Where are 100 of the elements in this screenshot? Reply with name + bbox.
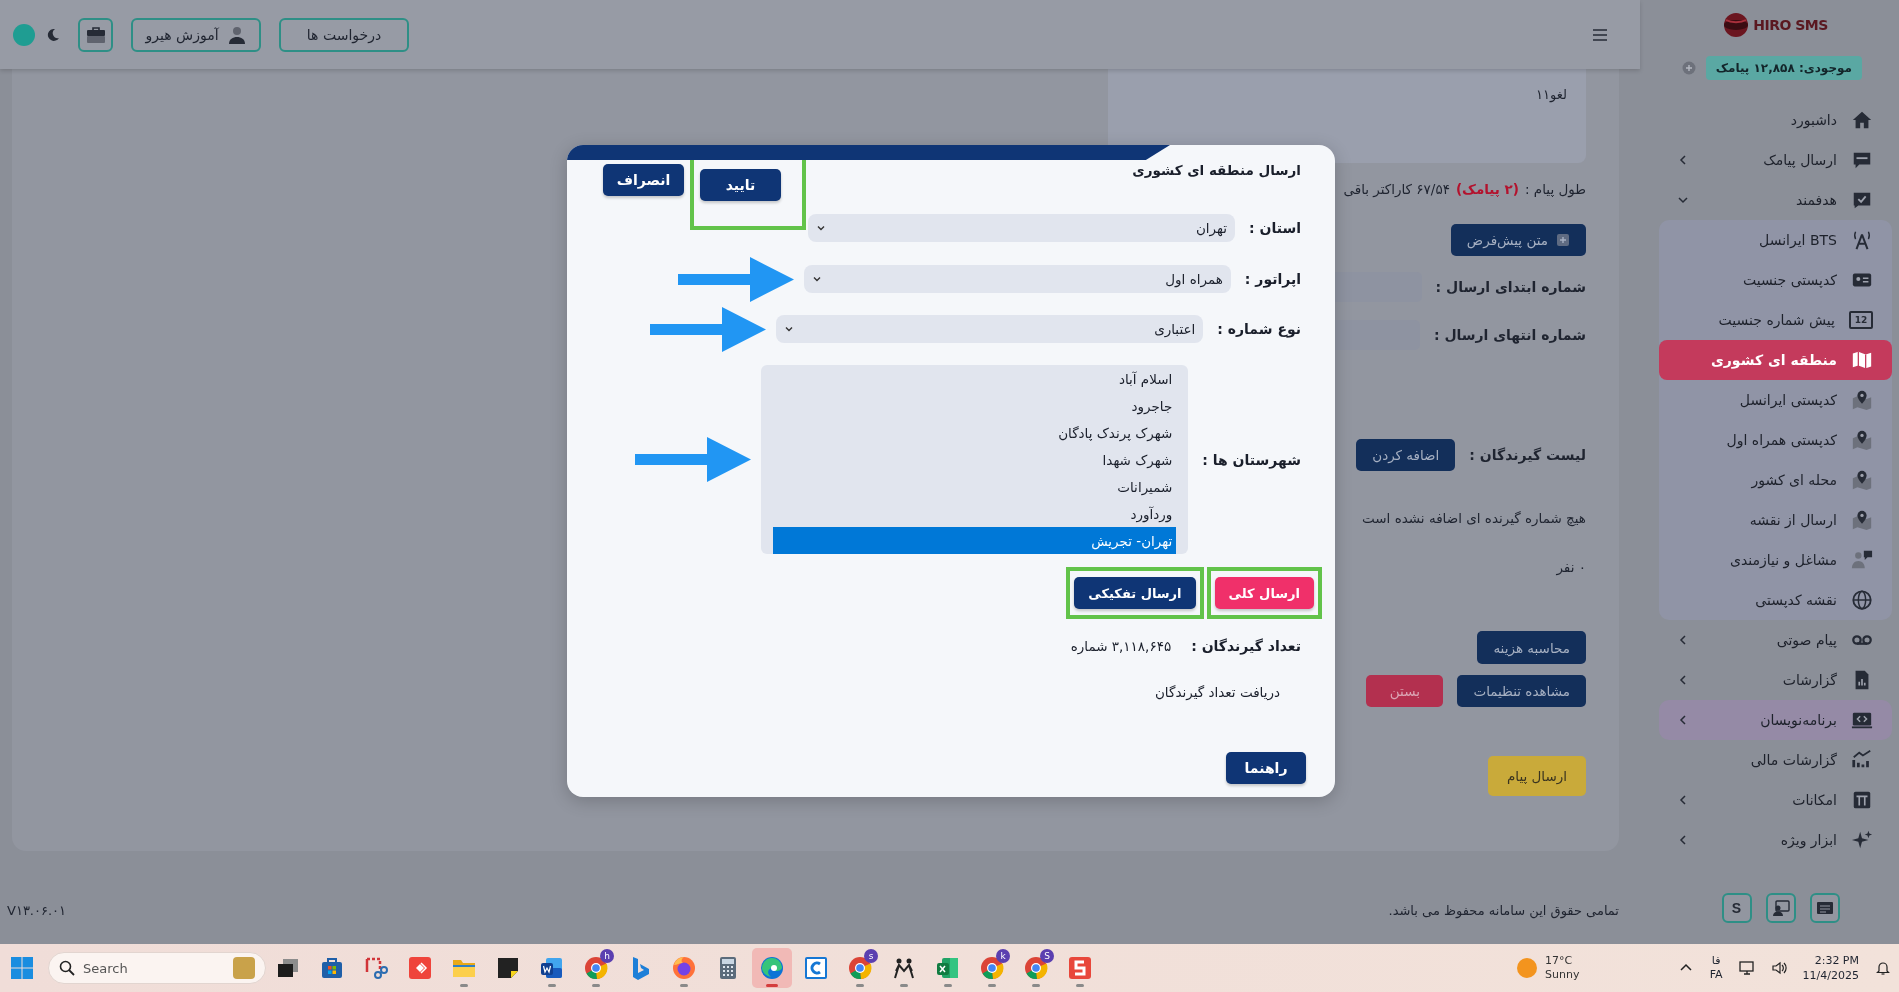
menu-item[interactable]: ابزار ویژه [1659, 820, 1892, 860]
language-script[interactable]: فا [1711, 954, 1721, 968]
list-option[interactable]: اسلام آباد [773, 365, 1177, 392]
submenu-item[interactable]: نقشه کدپستی [1659, 580, 1892, 620]
empty-message: هیچ شماره گیرنده ای اضافه نشده است [1362, 509, 1586, 529]
dropdown[interactable]: اعتباری [776, 315, 1204, 343]
start-number-label: شماره ابتدای ارسال : [1435, 279, 1586, 295]
document-app-icon [540, 956, 564, 980]
menu-item[interactable]: امکانات [1659, 780, 1892, 820]
monitor-icon[interactable] [1738, 960, 1755, 976]
training-button[interactable]: آموزش هیرو [131, 17, 261, 52]
dialog-title: ارسال منطقه ای کشوری [1132, 162, 1301, 178]
cancel-button[interactable]: انصراف [603, 164, 684, 196]
user-icon [226, 24, 247, 45]
s-button[interactable]: S [1721, 893, 1752, 923]
send-separately-button[interactable]: ارسال تفکیکی [1074, 577, 1196, 609]
chevron-left-icon [1677, 674, 1689, 686]
search-field[interactable]: Search [48, 952, 266, 984]
c-app-icon [804, 956, 828, 980]
recipients-count-value: ۳,۱۱۸,۶۴۵ شماره [1070, 638, 1172, 654]
theme-toggle[interactable] [13, 23, 35, 46]
menu-item[interactable]: گزارشات مالی [1659, 740, 1892, 780]
taskbar-app[interactable]: h [576, 948, 616, 988]
profile-badge: k [996, 949, 1010, 963]
briefcase-icon [85, 24, 106, 45]
confirm-button[interactable]: تایید [700, 169, 781, 201]
default-text-button[interactable]: متن پیش‌فرض [1450, 224, 1586, 256]
briefcase-button[interactable] [78, 17, 113, 52]
sms-count: (۲ پیامک) [1455, 181, 1520, 197]
document-icon [1556, 233, 1570, 247]
speaker-icon[interactable] [1770, 960, 1787, 976]
running-indicator [856, 984, 864, 987]
list-option[interactable]: تهران- تجریش [773, 527, 1177, 554]
card-button[interactable] [1809, 893, 1840, 923]
windows-start-icon[interactable] [10, 956, 34, 980]
copyright-text: تمامی حقوق این سامانه محفوظ می باشد. [1388, 903, 1619, 918]
moon-icon[interactable] [46, 27, 60, 42]
remote-desktop-icon [408, 956, 432, 980]
list-option[interactable]: جاجرود [773, 392, 1177, 419]
contact-board-icon [1771, 899, 1790, 917]
running-indicator [548, 984, 556, 987]
send-all-button[interactable]: ارسال کلی [1214, 577, 1314, 609]
globe-logo-icon [1723, 12, 1750, 38]
running-indicator [766, 984, 778, 987]
dropdown[interactable]: همراه اول [803, 265, 1231, 293]
message-box[interactable]: لغو۱۱ [1108, 69, 1586, 163]
menu-item[interactable]: برنامه‌نویسان [1659, 700, 1892, 740]
people-network-icon [892, 956, 916, 980]
submenu-item[interactable]: محله ای کشور [1659, 460, 1892, 500]
view-settings-button[interactable]: مشاهده تنظیمات [1457, 675, 1586, 707]
chevron-down-icon [1677, 194, 1689, 206]
menu-item[interactable]: داشبورد [1659, 100, 1892, 140]
submenu-item[interactable]: ارسال از نقشه [1659, 500, 1892, 540]
remaining-characters: ۶۷/۵۴ کاراکتر باقی [1343, 181, 1450, 197]
menu-item[interactable]: گزارشات [1659, 660, 1892, 700]
list-option[interactable]: شهرک شهدا [773, 446, 1177, 473]
firefox-icon [672, 956, 696, 980]
clock-date[interactable]: 11/4/2025 [1802, 968, 1859, 983]
taskbar-app[interactable]: S [1016, 948, 1056, 988]
spreadsheet-app-icon [936, 956, 960, 980]
menu-item[interactable]: هدفمند [1659, 180, 1892, 220]
submenu-item[interactable]: کدپستی همراه اول [1659, 420, 1892, 460]
edge-icon [760, 956, 784, 980]
list-option[interactable]: شمیرانات [773, 473, 1177, 500]
running-indicator [680, 984, 688, 987]
requests-button[interactable]: درخواست ها [279, 17, 409, 52]
calculate-cost-button[interactable]: محاسبه هزینه [1477, 631, 1586, 664]
recipients-label: لیست گیرندگان : [1469, 447, 1586, 463]
taskbar-app[interactable]: k [972, 948, 1012, 988]
taskbar-app[interactable]: s [840, 948, 880, 988]
map-pin-icon [1851, 429, 1873, 451]
send-message-button[interactable]: ارسال پیام [1488, 756, 1586, 796]
list-option[interactable]: وردآورد [773, 500, 1177, 527]
home-icon [1851, 109, 1873, 131]
contact-button[interactable] [1765, 893, 1796, 923]
dropdown[interactable]: تهران [808, 214, 1236, 242]
sticky-note-icon [496, 956, 520, 980]
chevron-down-icon [816, 223, 827, 233]
list-option[interactable]: شهرک پرندک پادگان [773, 419, 1177, 446]
menu-icon[interactable] [1592, 27, 1608, 42]
submenu-item[interactable]: کدپستی ایرانسل [1659, 380, 1892, 420]
help-button[interactable]: راهنما [1226, 752, 1306, 784]
submenu-item[interactable]: BTS ایرانسل [1659, 220, 1892, 260]
length-label: طول پیام : [1525, 181, 1586, 197]
submenu-item[interactable]: کدپستی جنسیت [1659, 260, 1892, 300]
add-button[interactable]: اضافه کردن [1356, 439, 1456, 471]
submenu-item[interactable]: منطقه ای کشوری [1659, 340, 1892, 380]
notification-bell-icon[interactable] [1875, 960, 1891, 976]
menu-item[interactable]: ارسال پیامک [1659, 140, 1892, 180]
clock-time[interactable]: 2:32 PM [1814, 953, 1859, 968]
submenu-item[interactable]: مشاغل و نیازمندی [1659, 540, 1892, 580]
fetch-recipients-text: دریافت تعداد گیرندگان [1154, 683, 1280, 703]
profile-badge: S [1040, 949, 1054, 963]
menu-item[interactable]: پیام صوتی [1659, 620, 1892, 660]
city-list[interactable]: اسلام آباد جاجرود شهرک پرندک پادگان شهرک شهدا شمیرانات وردآورد تهران- تجریش [761, 365, 1189, 554]
balance-badge: موجودی: ۱۲,۸۵۸ پیامک [1705, 56, 1862, 80]
version-text: V۱۳.۰۶.۰۱ [7, 903, 67, 918]
language-code[interactable]: FA [1709, 968, 1723, 982]
weather-text: Sunny [1545, 968, 1580, 982]
card-icon [1815, 899, 1834, 917]
